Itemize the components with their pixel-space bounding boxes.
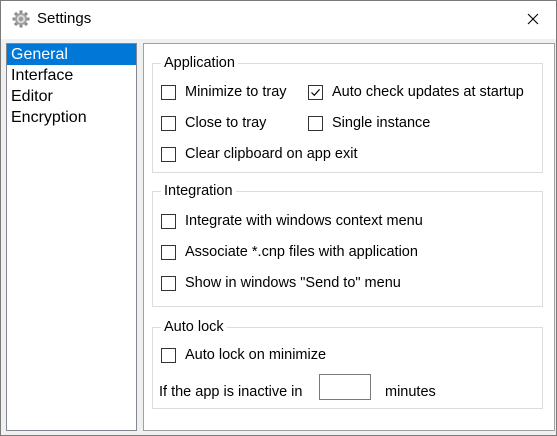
sidebar-item-general[interactable]: General — [7, 44, 136, 65]
context-menu-label: Integrate with windows context menu — [185, 213, 423, 229]
checkbox-box — [161, 213, 176, 229]
context-menu-checkbox[interactable]: Integrate with windows context menu — [161, 213, 423, 229]
sidebar-item-editor[interactable]: Editor — [7, 86, 136, 107]
sidebar-item-encryption[interactable]: Encryption — [7, 107, 136, 128]
window-title: Settings — [37, 10, 92, 27]
close-button[interactable] — [510, 1, 556, 39]
checkbox-box — [161, 347, 176, 363]
sidebar-item-interface[interactable]: Interface — [7, 65, 136, 86]
close-icon — [527, 12, 539, 28]
settings-category-list[interactable]: General Interface Editor Encryption — [6, 43, 137, 431]
checkbox-box — [161, 244, 176, 260]
clear-clipboard-label: Clear clipboard on app exit — [185, 146, 358, 162]
close-to-tray-label: Close to tray — [185, 115, 267, 131]
minimize-to-tray-checkbox[interactable]: Minimize to tray — [161, 84, 287, 100]
checkbox-box — [308, 84, 323, 100]
checkbox-box — [161, 115, 176, 131]
integration-group-title: Integration — [161, 182, 236, 200]
single-instance-label: Single instance — [332, 115, 431, 131]
checkmark-icon — [311, 88, 321, 96]
minutes-unit-label: minutes — [385, 384, 436, 400]
application-group: Application Minimize to tray Auto check … — [152, 54, 543, 173]
checkbox-box — [308, 115, 323, 131]
clear-clipboard-checkbox[interactable]: Clear clipboard on app exit — [161, 146, 358, 162]
minimize-to-tray-label: Minimize to tray — [185, 84, 287, 100]
checkbox-box — [161, 275, 176, 291]
auto-lock-group: Auto lock Auto lock on minimize If the a… — [152, 318, 543, 409]
auto-check-updates-checkbox[interactable]: Auto check updates at startup — [308, 84, 524, 100]
lock-on-minimize-label: Auto lock on minimize — [185, 347, 327, 363]
lock-on-minimize-checkbox[interactable]: Auto lock on minimize — [161, 347, 326, 363]
auto-lock-group-title: Auto lock — [161, 318, 227, 336]
single-instance-checkbox[interactable]: Single instance — [308, 115, 430, 131]
associate-files-label: Associate *.cnp files with application — [185, 244, 418, 260]
checkbox-box — [161, 84, 176, 100]
auto-check-updates-label: Auto check updates at startup — [332, 84, 524, 100]
inactive-minutes-input[interactable] — [319, 374, 371, 400]
inactive-timeout-label: If the app is inactive in — [159, 384, 303, 400]
associate-files-checkbox[interactable]: Associate *.cnp files with application — [161, 244, 418, 260]
send-to-menu-checkbox[interactable]: Show in windows "Send to" menu — [161, 275, 401, 291]
title-bar: Settings — [1, 1, 556, 39]
integration-group: Integration Integrate with windows conte… — [152, 182, 543, 307]
settings-panel: Application Minimize to tray Auto check … — [143, 43, 555, 431]
checkbox-box — [161, 146, 176, 162]
send-to-menu-label: Show in windows "Send to" menu — [185, 275, 401, 291]
close-to-tray-checkbox[interactable]: Close to tray — [161, 115, 266, 131]
application-group-title: Application — [161, 54, 238, 72]
settings-window: Settings General Interface Editor Encryp… — [0, 0, 557, 436]
gear-icon — [12, 10, 30, 28]
